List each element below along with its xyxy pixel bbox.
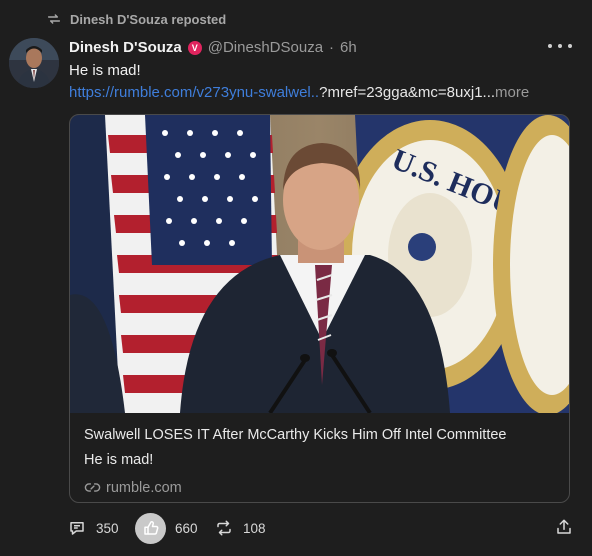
- repost-icon: [47, 14, 61, 24]
- card-domain: rumble.com: [84, 479, 182, 496]
- card-subtitle: He is mad!: [84, 452, 154, 468]
- repost-button[interactable]: 108: [215, 514, 266, 542]
- repost-action-icon: [217, 520, 231, 536]
- repost-indicator[interactable]: Dinesh D'Souza reposted: [46, 11, 226, 27]
- verified-icon: V: [187, 40, 202, 55]
- card-domain-text: rumble.com: [106, 479, 182, 496]
- like-count: 660: [175, 520, 198, 536]
- card-image: U.S. HOUSE OF REPRESENTATIVES: [70, 115, 569, 413]
- post-time[interactable]: 6h: [340, 39, 357, 56]
- reply-icon: [70, 522, 84, 535]
- author-handle[interactable]: @DineshDSouza: [208, 39, 323, 56]
- like-button[interactable]: 660: [135, 512, 198, 544]
- show-more-link[interactable]: more: [495, 84, 529, 101]
- post-link[interactable]: https://rumble.com/v273ynu-swalwel..: [69, 84, 319, 101]
- card-title: Swalwell LOSES IT After McCarthy Kicks H…: [84, 427, 507, 443]
- link-icon: [84, 483, 101, 492]
- reply-count: 350: [96, 520, 119, 536]
- avatar[interactable]: [9, 38, 59, 88]
- like-icon: [135, 512, 166, 544]
- reply-button[interactable]: 350: [68, 514, 119, 542]
- separator-dot: ·: [329, 39, 335, 56]
- action-bar: 350 660 108: [68, 512, 573, 544]
- avatar-image: [9, 38, 59, 88]
- post-text: He is mad!: [69, 62, 141, 79]
- post-link-rest: ?mref=23gga&mc=8uxj1...: [319, 84, 496, 101]
- post-header: Dinesh D'Souza V @DineshDSouza · 6h: [69, 39, 357, 56]
- repost-label: Dinesh D'Souza reposted: [70, 11, 227, 27]
- repost-count: 108: [243, 520, 266, 536]
- post-link-line: https://rumble.com/v273ynu-swalwel..?mre…: [69, 84, 529, 101]
- more-icon[interactable]: [548, 38, 572, 54]
- share-icon[interactable]: [555, 518, 573, 536]
- link-card[interactable]: U.S. HOUSE OF REPRESENTATIVES Swalwell L…: [69, 114, 570, 503]
- author-name[interactable]: Dinesh D'Souza: [69, 39, 182, 56]
